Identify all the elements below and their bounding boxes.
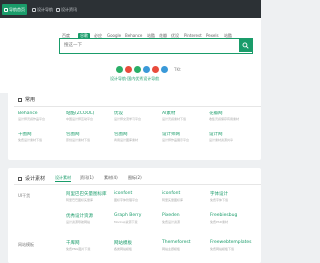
weibo-icon[interactable]: [152, 66, 159, 73]
resource-link[interactable]: iconfont: [162, 191, 180, 196]
subtab[interactable]: 素材(4): [104, 175, 118, 181]
search-box: [59, 38, 253, 54]
resource-desc: 阿里矢量图标库: [162, 198, 184, 202]
resource-link[interactable]: 字体设计: [210, 191, 228, 197]
qzone-icon[interactable]: [161, 66, 168, 73]
row-label: UI干货: [18, 193, 31, 198]
resource-link[interactable]: Freebiesbug: [210, 213, 237, 218]
top-nav-bar: 导航首页 设计导航 设计资讯: [0, 0, 261, 18]
row-label: 网站模板: [18, 242, 34, 247]
grid-icon: [32, 7, 36, 12]
resource-link[interactable]: 网站模板: [114, 240, 132, 246]
resource-link[interactable]: Pixeden: [162, 213, 180, 218]
search-input[interactable]: [60, 39, 240, 52]
site-link[interactable]: AI素材 设计灵感素材下载: [162, 111, 206, 121]
subtab[interactable]: 图标(2): [128, 175, 142, 181]
resource-desc: 图标字体管理平台: [114, 198, 139, 202]
site-link[interactable]: 设计网 设计素材资源共享: [209, 132, 253, 142]
resource-desc: 免费PNG图片下载: [66, 247, 91, 251]
resource-desc: 免费字体下载: [210, 198, 229, 202]
site-link[interactable]: 包图网 商用设计图库素材: [114, 132, 158, 142]
qq-icon[interactable]: [143, 66, 150, 73]
weibo-icon[interactable]: [125, 66, 132, 73]
resource-desc: 各类网站模板: [114, 247, 133, 251]
resource-link[interactable]: 阿里巴巴矢量图标库: [66, 191, 107, 197]
design-section-title: 设计素材: [18, 175, 45, 182]
resource-link[interactable]: iconfont: [114, 191, 132, 196]
resource-link[interactable]: Freewebtemplates: [210, 240, 252, 245]
wechat-icon[interactable]: [134, 66, 141, 73]
resource-desc: 免费网站模板下载: [210, 247, 235, 251]
resource-link[interactable]: Themeforest: [162, 240, 191, 245]
site-link[interactable]: 优设 设计师交流学习平台: [114, 111, 158, 121]
site-link[interactable]: 千图网 免费设计素材下载: [18, 132, 62, 142]
palette-icon: [18, 176, 22, 181]
site-tagline: 设计导航·国内优秀设计导航: [110, 76, 160, 81]
resource-link[interactable]: 千库网: [66, 240, 80, 246]
subtab[interactable]: 设计素材: [55, 175, 71, 182]
site-link[interactable]: Behance 设计师灵感作品平台: [18, 111, 62, 121]
site-link[interactable]: 包图网 原创设计素材下载: [66, 132, 110, 142]
resource-link[interactable]: 优秀设计资源: [66, 213, 93, 219]
resource-desc: 设计资源导航网站: [66, 220, 91, 224]
news-icon: [56, 7, 60, 12]
site-link[interactable]: 花瓣网 收集灵感保存有用素材: [209, 111, 253, 121]
resource-desc: Mockup资源下载: [114, 220, 138, 224]
common-section-title: 常用: [18, 96, 35, 103]
tab-design-news[interactable]: 设计资讯: [54, 4, 79, 15]
site-link[interactable]: 设计师网 设计师作品展示平台: [162, 132, 206, 142]
tab-design-nav[interactable]: 设计导航: [30, 4, 55, 15]
divider: [14, 184, 261, 185]
resource-desc: 免费设计资源: [162, 220, 181, 224]
search-button[interactable]: [239, 39, 252, 52]
resource-desc: 阿里巴巴图标矢量库: [66, 198, 94, 202]
social-trailing-text: TKt: [174, 67, 181, 72]
site-link[interactable]: 站酷(ZCOOL) 中国设计师互动平台: [66, 111, 110, 121]
divider: [14, 106, 261, 107]
subtab[interactable]: 资讯(1): [80, 175, 94, 181]
resource-desc: 免费PSD素材: [210, 220, 229, 224]
tab-home[interactable]: 导航首页: [2, 4, 27, 15]
home-icon: [4, 7, 8, 12]
resource-desc: 网站主题模板: [162, 247, 181, 251]
bookmark-icon: [18, 97, 22, 102]
wechat-icon[interactable]: [116, 66, 123, 73]
search-icon: [242, 42, 249, 49]
common-sites-card: [8, 90, 261, 160]
resource-link[interactable]: Graph Berry: [114, 213, 141, 218]
